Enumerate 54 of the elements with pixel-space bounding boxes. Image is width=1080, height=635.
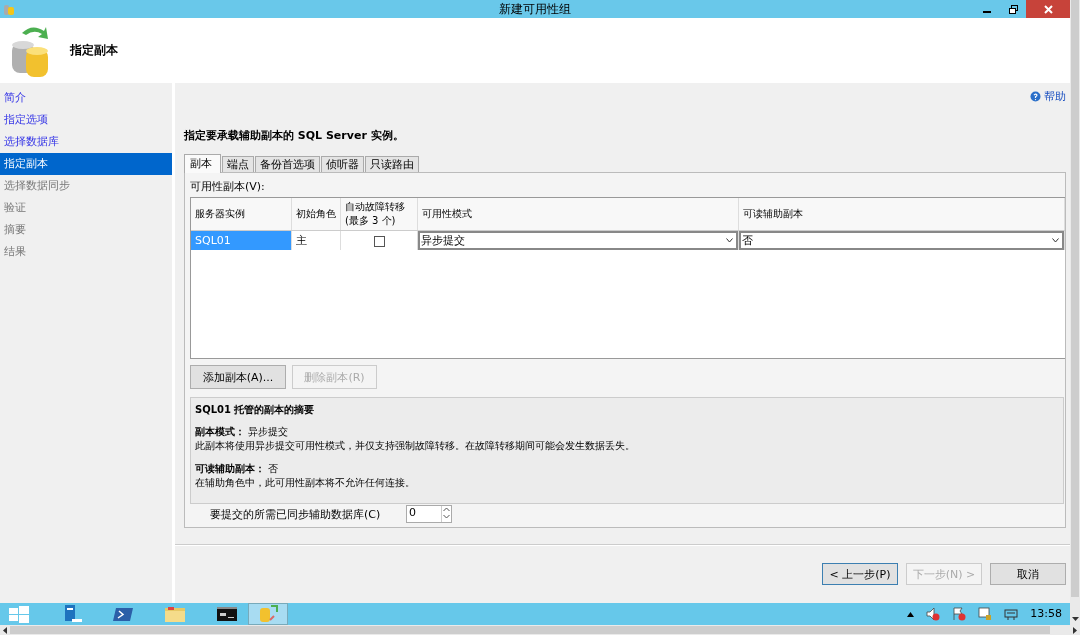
help-link[interactable]: 帮助 (1030, 88, 1066, 104)
sidebar-item[interactable]: 指定副本 (0, 153, 172, 175)
caret-icon (1052, 238, 1059, 243)
clock: 13:58 (1030, 607, 1062, 620)
column-header: 自动故障转移(最多 3 个) (340, 198, 418, 231)
summary-heading: 可读辅助副本： 否 (195, 462, 280, 476)
wizard-button[interactable]: 取消 (990, 563, 1066, 585)
caret-icon (726, 238, 733, 243)
vertical-scrollbar[interactable] (1070, 0, 1080, 625)
page-title: 指定副本 (70, 42, 118, 59)
tab[interactable]: 端点 (222, 156, 254, 172)
column-header: 可读辅助副本 (738, 198, 1065, 231)
wizard-button[interactable]: < 上一步(P) (822, 563, 898, 585)
column-header: 服务器实例 (191, 198, 292, 231)
caret-up-icon[interactable] (907, 611, 915, 617)
close-button[interactable] (1026, 0, 1070, 18)
sidebar-item[interactable]: 选择数据库 (0, 131, 172, 153)
checkbox[interactable] (373, 235, 385, 247)
instruction-text: 指定要承载辅助副本的 SQL Server 实例。 (184, 128, 405, 143)
tab[interactable]: 备份首选项 (255, 156, 320, 172)
close-icon (1043, 4, 1053, 14)
app-icon (3, 2, 15, 16)
role-cell: 主 (291, 230, 341, 250)
flag-icon[interactable] (952, 607, 967, 621)
replicas-label: 可用性副本(V): (190, 179, 266, 193)
sidebar-item[interactable]: 简介 (0, 87, 172, 109)
horizontal-scrollbar[interactable] (0, 625, 1080, 635)
readable-dropdown[interactable]: 否 (739, 231, 1064, 250)
scroll-down-icon[interactable] (1071, 617, 1079, 621)
replica-button[interactable]: 添加副本(A)... (190, 365, 286, 389)
tab[interactable]: 侦听器 (321, 156, 364, 172)
sync-count-spinner[interactable]: 0 (406, 505, 452, 523)
terminal-icon[interactable] (216, 605, 238, 623)
mode-dropdown[interactable]: 异步提交 (418, 231, 738, 250)
sidebar-item[interactable]: 指定选项 (0, 109, 172, 131)
column-header: 初始角色 (291, 198, 341, 231)
summary-text: 此副本将使用异步提交可用性模式，并仅支持强制故障转移。在故障转移期间可能会发生数据丢失。 (195, 439, 636, 453)
summary-text: 在辅助角色中，此可用性副本将不允许任何连接。 (195, 476, 416, 490)
database-icon (257, 605, 279, 623)
folder-icon[interactable] (164, 605, 186, 623)
scroll-right-icon[interactable] (1073, 626, 1077, 634)
scroll-left-icon[interactable] (3, 626, 7, 634)
column-header: 可用性模式 (417, 198, 739, 231)
speaker-icon[interactable] (926, 607, 941, 621)
summary-title: SQL01 托管的副本的摘要 (195, 403, 316, 417)
tab[interactable]: 副本 (184, 154, 221, 173)
tab[interactable]: 只读路由 (365, 156, 419, 172)
sync-count-label: 要提交的所需已同步辅助数据库(C) (210, 506, 382, 522)
network-icon[interactable] (978, 607, 993, 621)
restore-icon (1008, 4, 1018, 14)
help-icon (1030, 90, 1041, 102)
powershell-icon[interactable] (112, 605, 134, 623)
window-title: 新建可用性组 (497, 0, 572, 18)
summary-heading: 副本模式： 异步提交 (195, 425, 290, 439)
